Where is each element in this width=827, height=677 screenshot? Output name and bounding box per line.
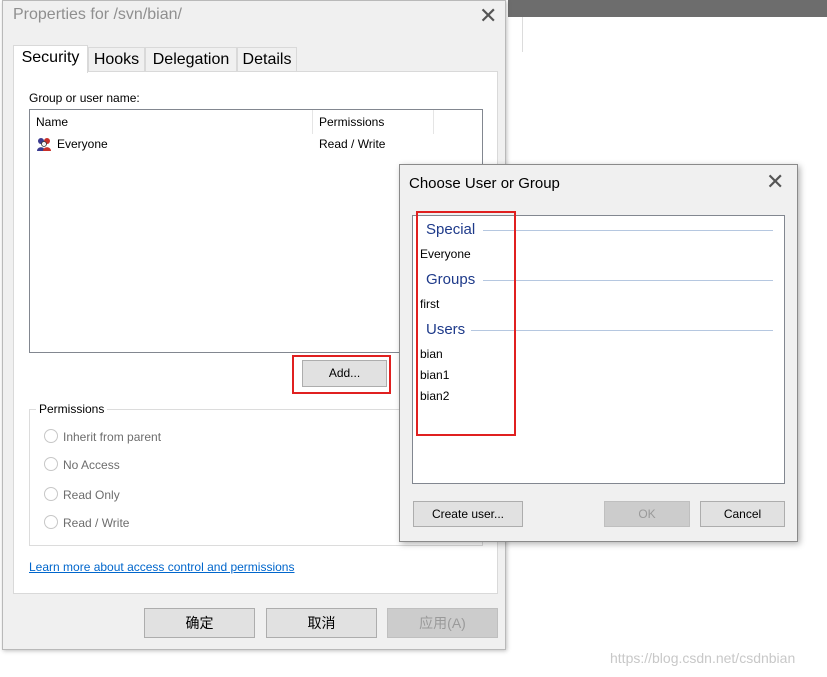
add-button[interactable]: Add... (302, 360, 387, 387)
background-window-titlebar (508, 0, 827, 17)
list-item[interactable]: Everyone (420, 246, 471, 262)
radio-circle[interactable] (44, 487, 58, 501)
choose-ok-button[interactable]: OK (604, 501, 690, 527)
close-icon[interactable]: ✕ (766, 171, 784, 193)
radio-circle[interactable] (44, 429, 58, 443)
list-item[interactable]: bian2 (420, 388, 449, 404)
tab-hooks[interactable]: Hooks (88, 47, 145, 71)
listview-header: Name Permissions (30, 110, 482, 134)
radio-label: No Access (63, 458, 120, 472)
divider (483, 280, 773, 281)
create-user-button[interactable]: Create user... (413, 501, 523, 527)
tab-details[interactable]: Details (237, 47, 297, 71)
watermark-text: https://blog.csdn.net/csdnbian (610, 650, 796, 666)
group-heading-users: Users (426, 321, 466, 338)
group-heading-special: Special (426, 221, 476, 238)
radio-circle[interactable] (44, 515, 58, 529)
row-permission: Read / Write (319, 137, 386, 151)
radio-label: Inherit from parent (63, 430, 162, 444)
dialog-title: Choose User or Group (409, 175, 560, 192)
choose-cancel-button[interactable]: Cancel (700, 501, 785, 527)
choose-user-group-dialog: Choose User or Group ✕ Special Everyone … (399, 164, 798, 542)
row-name: Everyone (57, 137, 108, 151)
permissions-group-title: Permissions (36, 402, 108, 416)
tab-security[interactable]: Security (13, 45, 88, 73)
background-divider (522, 17, 523, 52)
users-group-icon (37, 138, 51, 151)
ok-button[interactable]: 确定 (144, 608, 255, 638)
cancel-button[interactable]: 取消 (266, 608, 377, 638)
tab-delegation[interactable]: Delegation (145, 47, 237, 71)
learn-more-link[interactable]: Learn more about access control and perm… (29, 560, 294, 574)
list-item[interactable]: bian1 (420, 367, 449, 383)
divider (483, 230, 773, 231)
list-item[interactable]: bian (420, 346, 443, 362)
group-heading-groups: Groups (426, 271, 476, 288)
close-icon[interactable]: ✕ (479, 5, 497, 27)
user-group-list[interactable]: Special Everyone Groups first Users bian… (412, 215, 785, 484)
divider (471, 330, 773, 331)
list-item[interactable]: first (420, 296, 439, 312)
radio-circle[interactable] (44, 457, 58, 471)
radio-label: Read Only (63, 488, 120, 502)
apply-button[interactable]: 应用(A) (387, 608, 498, 638)
column-name[interactable]: Name (30, 110, 313, 134)
table-row[interactable]: Everyone Read / Write (30, 135, 482, 153)
radio-label: Read / Write (63, 516, 130, 530)
dialog-title: Properties for /svn/bian/ (13, 6, 182, 23)
column-permissions[interactable]: Permissions (313, 110, 434, 134)
group-user-label: Group or user name: (29, 91, 140, 105)
